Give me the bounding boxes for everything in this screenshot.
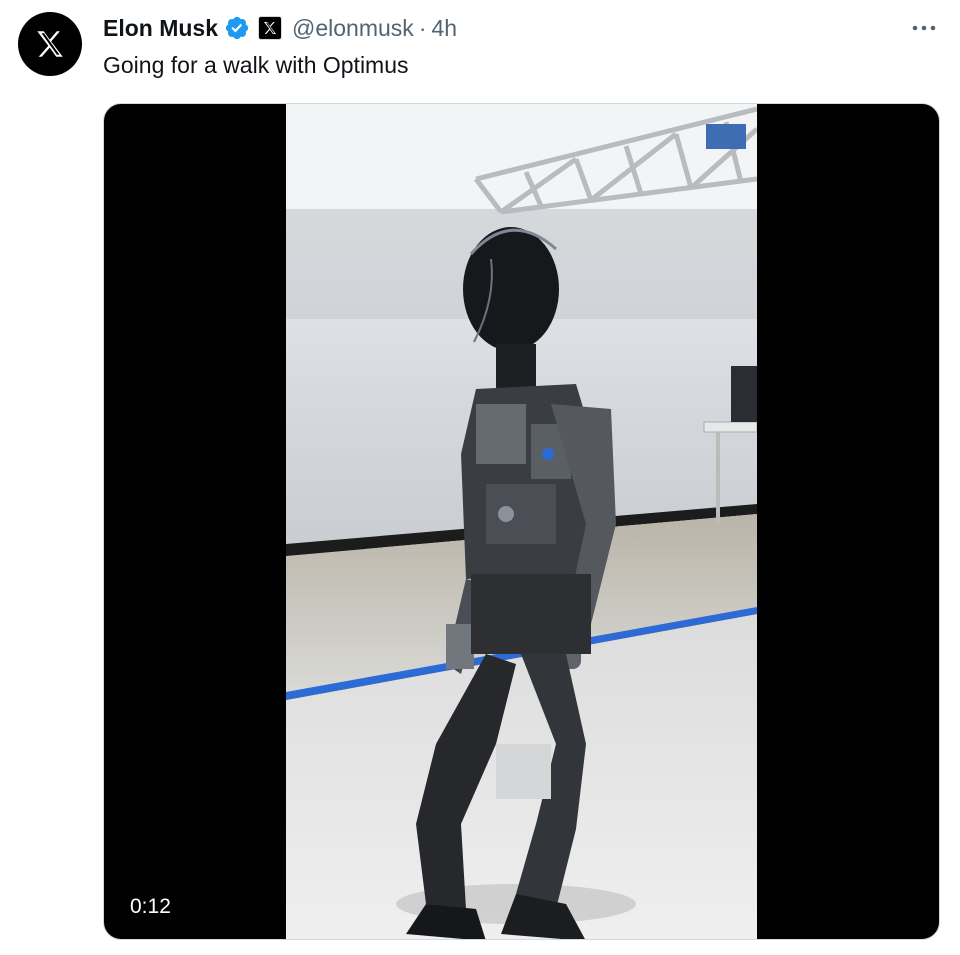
avatar[interactable] [18,12,82,76]
x-logo-icon [37,31,63,57]
user-handle[interactable]: @elonmusk [292,15,414,42]
verified-badge-icon[interactable] [224,15,250,41]
video-duration: 0:12 [120,891,181,923]
video-frame[interactable] [286,104,757,939]
timestamp[interactable]: 4h [431,15,457,42]
more-options-icon [912,25,936,31]
x-affiliate-badge-icon[interactable] [258,16,283,40]
video-player[interactable]: 0:12 [103,103,940,940]
tweet-text: Going for a walk with Optimus [103,52,409,78]
video-still-robot [286,104,757,939]
tweet-header: Elon Musk @elonmusk · 4h [103,12,457,44]
separator-dot: · [418,14,427,41]
more-options-button[interactable] [908,14,940,42]
display-name[interactable]: Elon Musk [103,15,218,42]
